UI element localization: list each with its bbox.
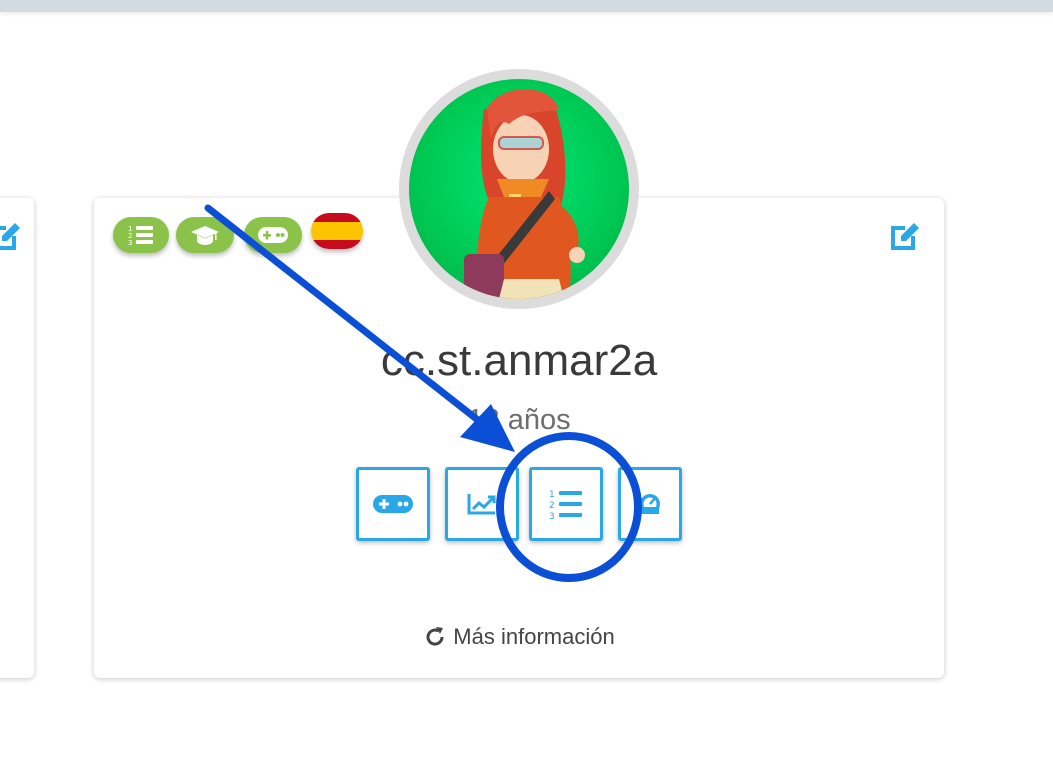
ranking-button[interactable]: 1 2 3 xyxy=(529,467,603,541)
avatar-character-image xyxy=(464,89,585,299)
user-age: 18 años xyxy=(467,404,571,436)
edit-icon[interactable] xyxy=(885,216,923,254)
profile-card-previous xyxy=(0,198,34,678)
ranking-list-icon: 1 2 3 xyxy=(549,490,582,520)
games-badge[interactable] xyxy=(244,217,302,253)
speedometer-icon xyxy=(640,494,660,514)
svg-text:1: 1 xyxy=(549,490,555,500)
top-bar xyxy=(0,0,1053,12)
spain-flag-icon xyxy=(311,213,363,249)
ranking-list-icon: 1 2 3 xyxy=(128,225,153,246)
gamepad-icon xyxy=(373,495,413,513)
edit-icon[interactable] xyxy=(0,216,24,254)
games-button[interactable] xyxy=(356,467,430,541)
performance-button[interactable] xyxy=(618,467,682,541)
svg-text:3: 3 xyxy=(549,512,555,520)
ranking-badge[interactable]: 1 2 3 xyxy=(113,217,169,253)
avatar[interactable] xyxy=(409,79,629,299)
stats-button[interactable] xyxy=(445,467,519,541)
more-info-label[interactable]: Más información xyxy=(453,624,614,650)
svg-text:3: 3 xyxy=(128,239,132,246)
svg-text:2: 2 xyxy=(549,501,555,511)
graduation-cap-icon xyxy=(191,226,219,245)
more-info-link[interactable]: Más información xyxy=(94,624,944,650)
refresh-icon xyxy=(426,627,444,646)
username: cc.st.anmar2a xyxy=(380,336,658,385)
chart-line-icon xyxy=(467,494,496,515)
education-badge[interactable] xyxy=(176,217,234,253)
gamepad-icon xyxy=(258,227,288,243)
